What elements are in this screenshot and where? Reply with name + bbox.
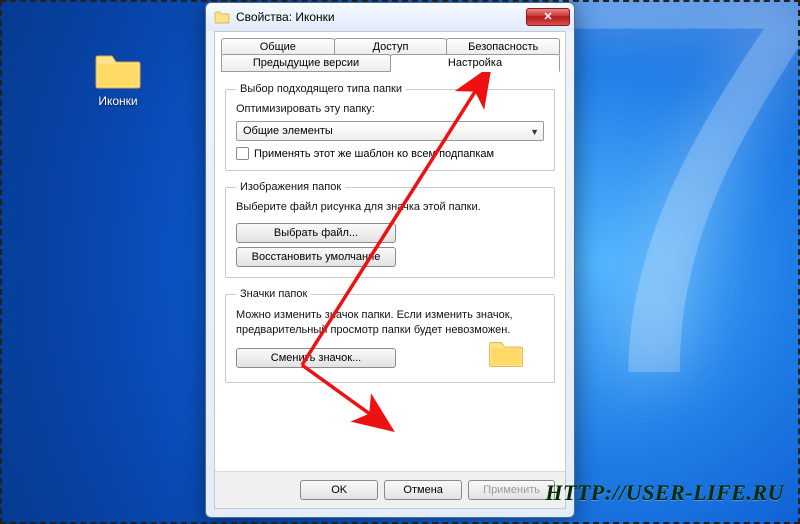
folder-pictures-help: Выберите файл рисунка для значка этой па… (236, 201, 544, 213)
close-icon: ✕ (543, 12, 552, 23)
group-folder-pictures-legend: Изображения папок (236, 181, 345, 193)
ok-button[interactable]: OK (300, 480, 378, 500)
restore-default-button[interactable]: Восстановить умолчание (236, 247, 396, 267)
desktop-folder-icon[interactable]: Иконки (75, 50, 161, 108)
folder-icon-preview (488, 338, 524, 368)
properties-dialog: Свойства: Иконки ✕ Общие Доступ Безопасн… (205, 2, 575, 518)
tab-security[interactable]: Безопасность (446, 38, 560, 55)
change-icon-button[interactable]: Сменить значок... (236, 348, 396, 368)
group-folder-pictures: Изображения папок Выберите файл рисунка … (225, 181, 555, 278)
apply-button[interactable]: Применить (468, 480, 555, 500)
dialog-client-area: Общие Доступ Безопасность Предыдущие вер… (214, 31, 566, 509)
apply-template-checkbox[interactable] (236, 147, 249, 160)
chevron-down-icon: ▼ (530, 125, 539, 140)
folder-icon (94, 50, 142, 90)
folder-icons-help: Можно изменить значок папки. Если измени… (236, 308, 544, 338)
tab-previous-versions[interactable]: Предыдущие версии (221, 54, 391, 72)
dialog-titlebar[interactable]: Свойства: Иконки ✕ (206, 3, 574, 31)
watermark-text: HTTP://USER-LIFE.RU (545, 480, 784, 506)
group-folder-icons-legend: Значки папок (236, 288, 311, 300)
apply-template-label: Применять этот же шаблон ко всем подпапк… (254, 148, 494, 160)
dialog-button-row: OK Отмена Применить (215, 471, 565, 508)
dialog-title: Свойства: Иконки (236, 10, 526, 24)
tab-strip: Общие Доступ Безопасность Предыдущие вер… (215, 38, 565, 72)
tab-sharing[interactable]: Доступ (334, 38, 448, 55)
desktop-background: 7 Иконки Свойства: Иконки ✕ Общие Доступ (0, 0, 800, 524)
choose-file-button[interactable]: Выбрать файл... (236, 223, 396, 243)
close-button[interactable]: ✕ (526, 8, 570, 26)
apply-template-row[interactable]: Применять этот же шаблон ко всем подпапк… (236, 147, 544, 160)
folder-icon (214, 9, 230, 25)
desktop-icon-label: Иконки (75, 94, 161, 108)
optimize-combobox-value: Общие элементы (243, 125, 333, 137)
customize-tab-page: Выбор подходящего типа папки Оптимизиров… (215, 73, 565, 471)
tab-general[interactable]: Общие (221, 38, 335, 55)
group-folder-icons: Значки папок Можно изменить значок папки… (225, 288, 555, 383)
cancel-button[interactable]: Отмена (384, 480, 462, 500)
optimize-combobox[interactable]: Общие элементы ▼ (236, 121, 544, 141)
optimize-label: Оптимизировать эту папку: (236, 103, 544, 115)
group-folder-type: Выбор подходящего типа папки Оптимизиров… (225, 83, 555, 171)
group-folder-type-legend: Выбор подходящего типа папки (236, 83, 406, 95)
tab-customize[interactable]: Настройка (390, 54, 560, 72)
